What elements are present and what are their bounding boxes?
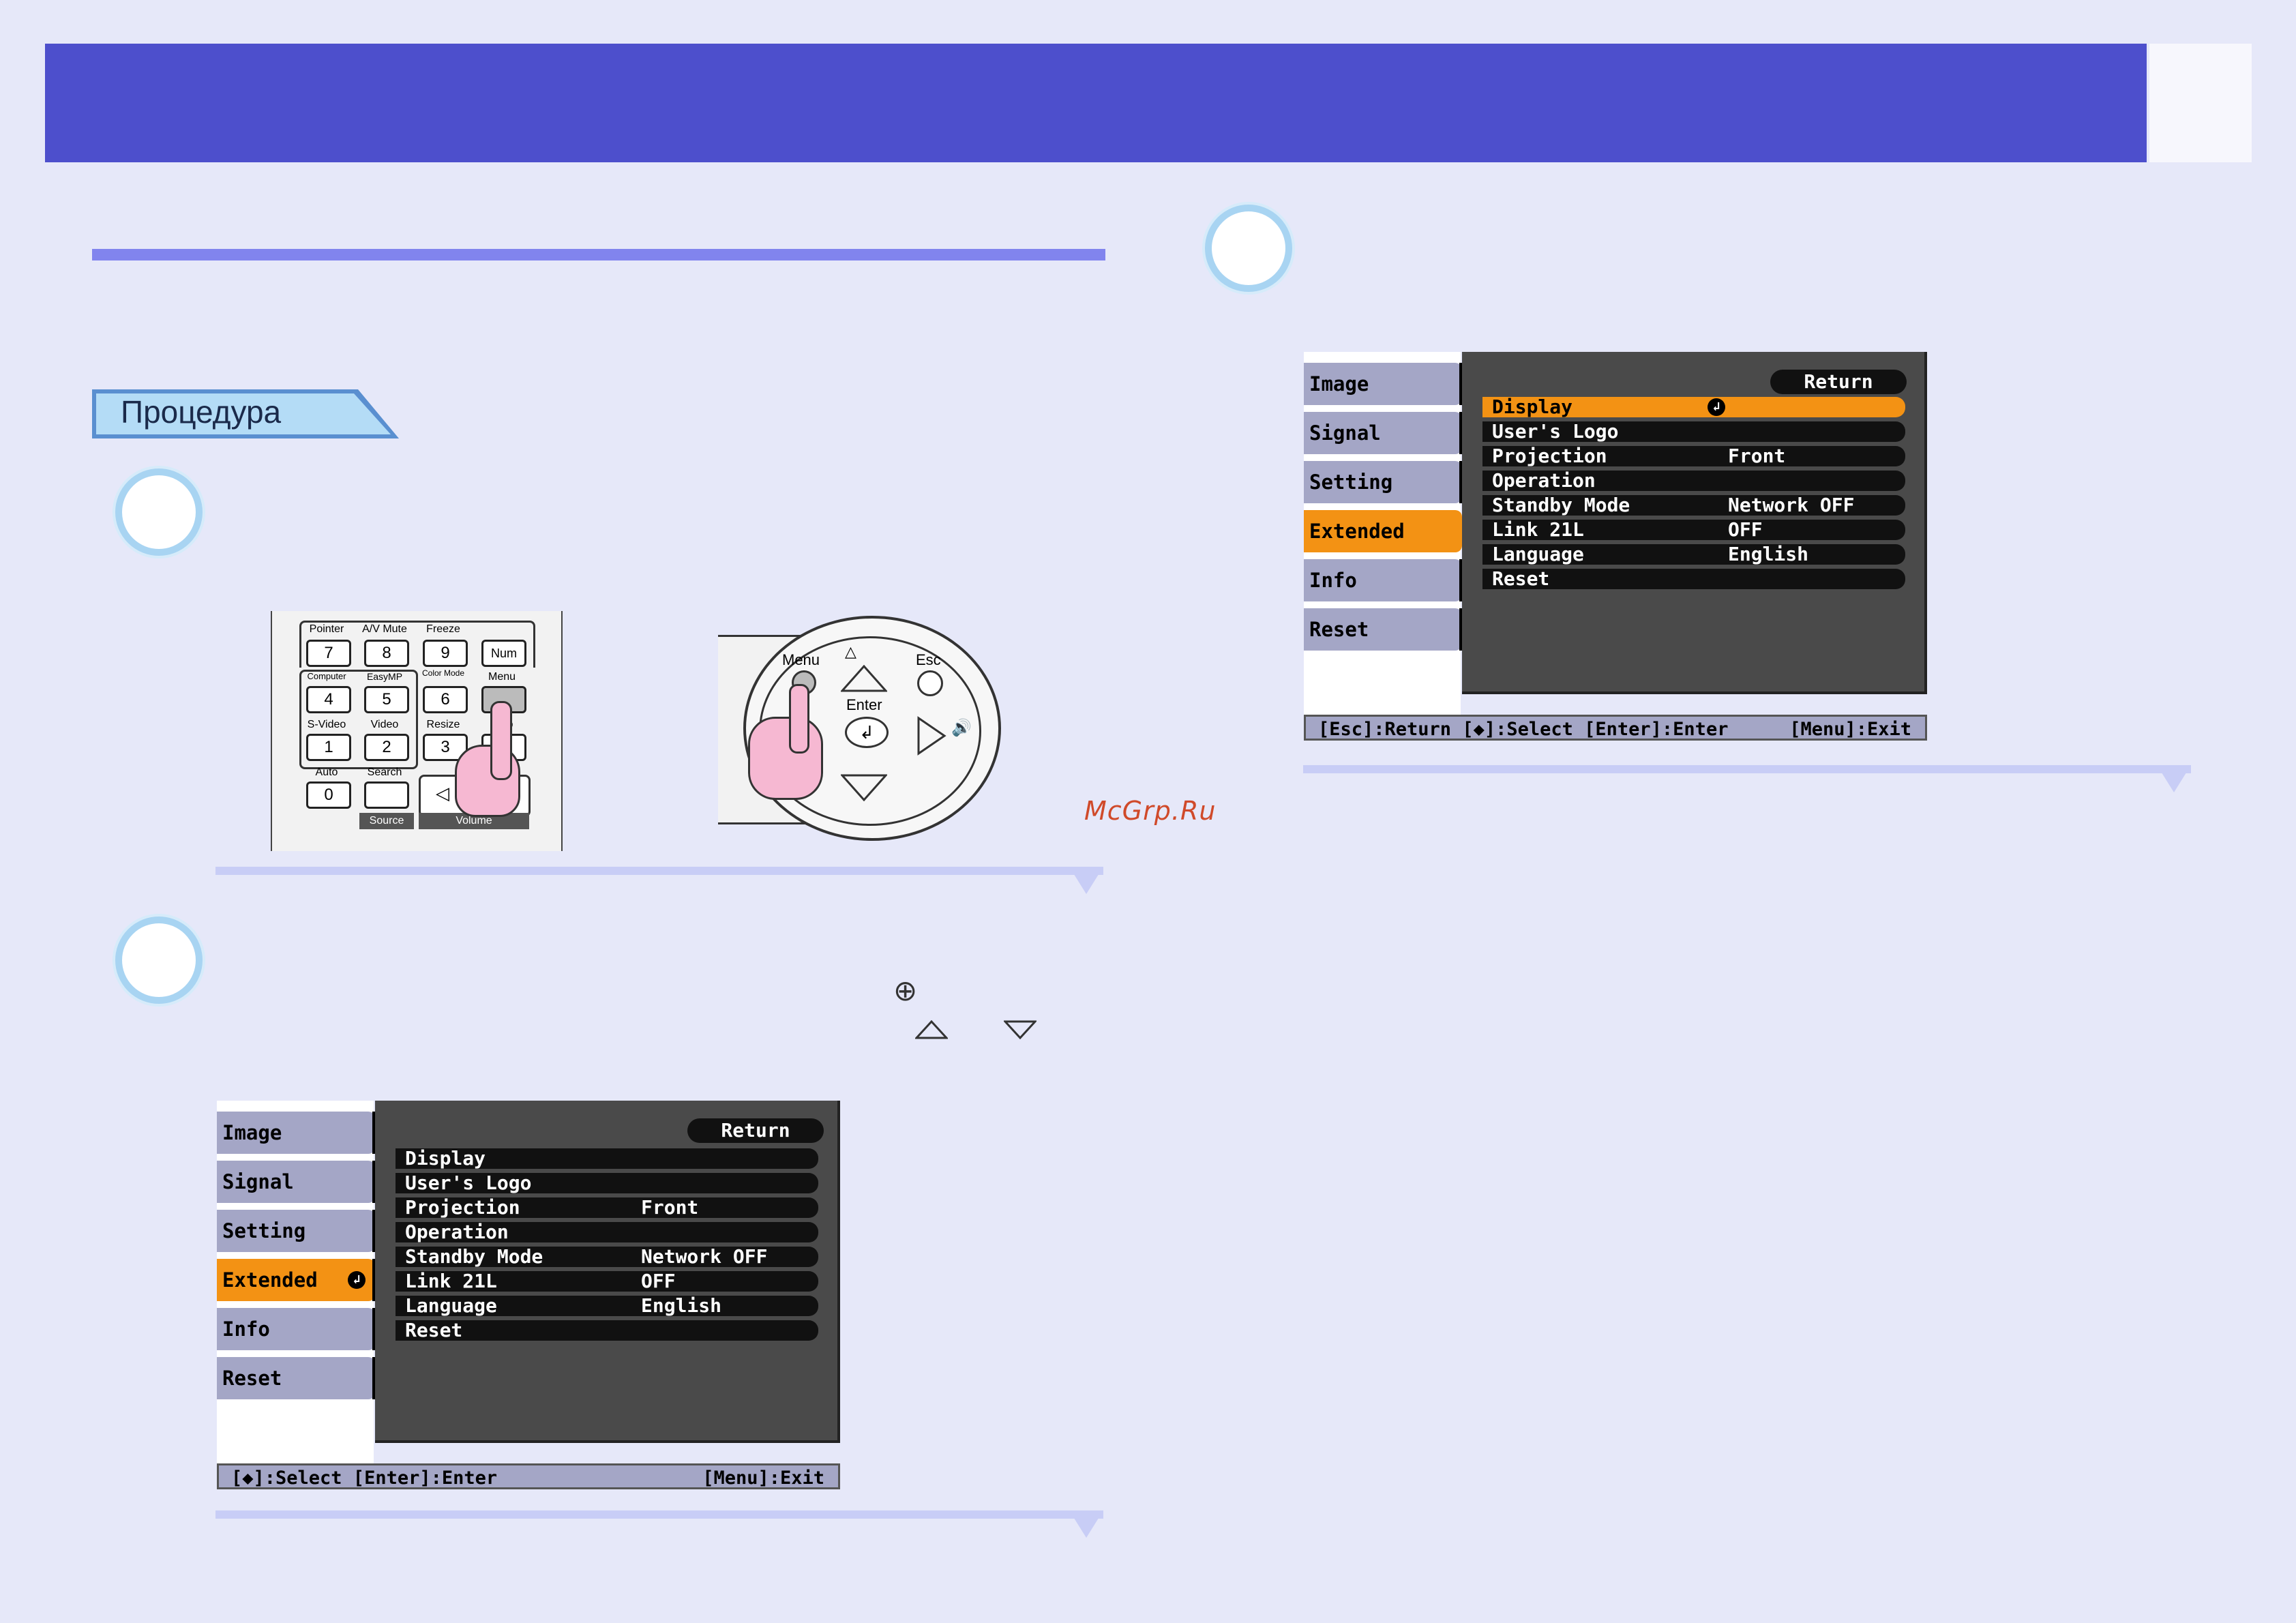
volume-down-icon[interactable]: ◁: [436, 783, 449, 804]
menu-row-operation[interactable]: Operation: [396, 1222, 818, 1242]
menu-row-operation[interactable]: Operation: [1482, 471, 1905, 491]
menu-row-standby-mode[interactable]: Standby Mode Network OFF: [396, 1247, 818, 1267]
section-divider: [92, 249, 1105, 260]
remote-label-video: Video: [370, 719, 399, 730]
menu-tab-info[interactable]: Info: [217, 1308, 383, 1350]
remote-label-av-mute: A/V Mute: [362, 623, 407, 635]
remote-label-pointer: Pointer: [309, 623, 344, 635]
menu-row-language[interactable]: Language English: [396, 1296, 818, 1316]
panel-enter-button[interactable]: ↲: [845, 717, 889, 748]
projector-control-panel-illustration: Menu △ Esc Enter ↲ 🔊: [718, 616, 1004, 841]
step-3-end-rule: [1303, 765, 2191, 773]
remote-label-auto: Auto: [315, 766, 338, 778]
remote-key-9[interactable]: 9: [423, 640, 468, 667]
volume-icon: 🔊: [951, 719, 972, 737]
procedure-badge: Процедура: [92, 389, 399, 438]
menu-row-reset[interactable]: Reset: [1482, 569, 1905, 589]
menu-tab-info[interactable]: Info: [1304, 559, 1470, 601]
panel-enter-label: Enter: [846, 696, 882, 713]
menu-footer: [Esc]:Return [◆]:Select [Enter]:Enter [M…: [1304, 715, 1927, 741]
step-1-end-triangle: [1069, 867, 1103, 894]
menu-tab-reset[interactable]: Reset: [217, 1357, 383, 1399]
step-3-end-triangle: [2157, 765, 2191, 792]
enter-icon: ↲: [1708, 398, 1725, 416]
remote-label-easymp: EasyMP: [366, 671, 403, 682]
menu-tab-extended[interactable]: Extended ↲: [217, 1259, 383, 1301]
remote-label-search: Search: [367, 766, 402, 778]
remote-label-menu: Menu: [488, 671, 516, 683]
menu-return-button[interactable]: Return: [1770, 370, 1907, 394]
remote-source-label: Source: [359, 813, 414, 829]
menu-footer: [◆]:Select [Enter]:Enter [Menu]:Exit: [217, 1463, 840, 1489]
menu-row-standby-mode[interactable]: Standby Mode Network OFF: [1482, 495, 1905, 516]
step-2-circle: [115, 917, 203, 1004]
menu-return-button[interactable]: Return: [687, 1118, 824, 1143]
watermark: McGrp.Ru: [1084, 796, 1217, 826]
menu-tab-setting[interactable]: Setting: [1304, 461, 1470, 503]
menu-tab-setting[interactable]: Setting: [217, 1210, 383, 1252]
step-3-circle: [1205, 205, 1292, 292]
remote-key-4[interactable]: 4: [306, 686, 351, 713]
remote-label-freeze: Freeze: [426, 623, 460, 635]
menu-tab-signal[interactable]: Signal: [1304, 412, 1470, 454]
panel-up-arrow-icon[interactable]: △: [845, 643, 856, 661]
remote-key-5[interactable]: 5: [364, 686, 409, 713]
remote-label-s-video: S-Video: [307, 719, 346, 730]
step-1-end-rule: [215, 867, 1103, 875]
remote-key-num[interactable]: Num: [481, 640, 526, 667]
panel-esc-label: Esc: [916, 651, 941, 668]
menu-screen-step-2: Image Signal Setting Extended ↲ Info Rese…: [217, 1101, 840, 1496]
menu-row-reset[interactable]: Reset: [396, 1320, 818, 1341]
panel-finger-tip-illustration: [789, 684, 809, 754]
menu-tab-image[interactable]: Image: [217, 1112, 383, 1154]
remote-key-8[interactable]: 8: [364, 640, 409, 667]
remote-label-resize: Resize: [426, 719, 460, 730]
header-bar: [45, 44, 2147, 162]
remote-key-6[interactable]: 6: [423, 686, 468, 713]
menu-row-display-selected[interactable]: Display ↲: [1482, 397, 1905, 417]
step-2-end-rule: [215, 1510, 1103, 1519]
menu-tab-extended[interactable]: Extended: [1304, 510, 1462, 552]
menu-tab-reset[interactable]: Reset: [1304, 608, 1470, 651]
panel-finger-illustration: [748, 717, 823, 800]
remote-key-2[interactable]: 2: [364, 734, 409, 761]
remote-label-color-mode: Color Mode: [421, 668, 465, 678]
down-button-icon: [1004, 1020, 1037, 1039]
menu-row-display[interactable]: Display: [396, 1148, 818, 1169]
header-page-tab: [2149, 44, 2252, 162]
menu-row-link-21l[interactable]: Link 21L OFF: [1482, 520, 1905, 540]
finger-tip-illustration: [490, 701, 512, 780]
menu-tab-signal[interactable]: Signal: [217, 1161, 383, 1203]
menu-screen-step-3: Image Signal Setting Extended Info Reset…: [1304, 352, 1927, 747]
menu-row-users-logo[interactable]: User's Logo: [396, 1173, 818, 1193]
remote-key-0[interactable]: 0: [306, 781, 351, 809]
remote-key-7[interactable]: 7: [306, 640, 351, 667]
menu-row-projection[interactable]: Projection Front: [1482, 446, 1905, 466]
menu-row-users-logo[interactable]: User's Logo: [1482, 421, 1905, 442]
panel-esc-button[interactable]: [917, 670, 943, 696]
menu-row-language[interactable]: Language English: [1482, 544, 1905, 565]
menu-panel: Return Display ↲ User's Logo Projection Fr…: [1462, 352, 1927, 694]
enter-icon: ↲: [348, 1271, 366, 1289]
target-icon: ⊕: [893, 974, 918, 1007]
menu-row-projection[interactable]: Projection Front: [396, 1197, 818, 1218]
menu-row-link-21l[interactable]: Link 21L OFF: [396, 1271, 818, 1292]
step-2-end-triangle: [1069, 1510, 1103, 1538]
remote-key-1[interactable]: 1: [306, 734, 351, 761]
menu-tab-image[interactable]: Image: [1304, 363, 1470, 405]
up-button-icon: [915, 1020, 948, 1039]
step-1-circle: [115, 468, 203, 556]
menu-panel: Return Display User's Logo Projection Fro…: [375, 1101, 840, 1443]
remote-label-computer: Computer: [307, 671, 346, 681]
remote-control-illustration: Pointer 7 A/V Mute 8 Freeze 9 Num Comput…: [271, 611, 563, 851]
remote-search-button[interactable]: [364, 781, 409, 809]
panel-menu-label: Menu: [782, 651, 820, 668]
procedure-label: Процедура: [121, 394, 282, 430]
